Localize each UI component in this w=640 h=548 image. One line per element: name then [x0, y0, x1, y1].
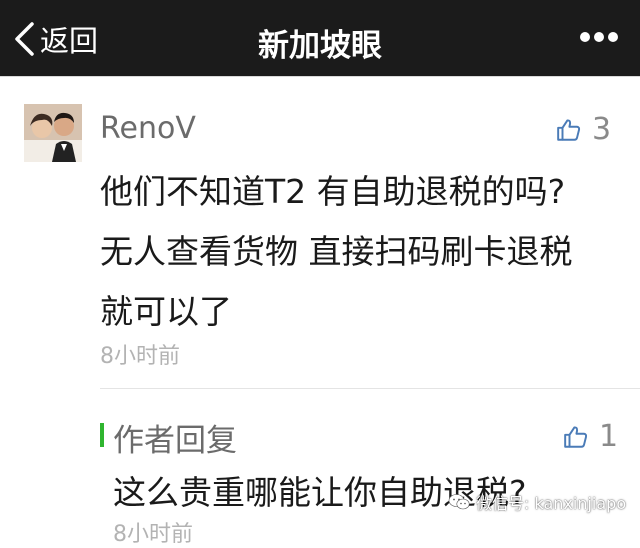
reply-like-button[interactable]: 1	[563, 419, 618, 454]
watermark-text: 微信号: kanxinjiapo	[476, 494, 627, 513]
back-label: 返回	[40, 24, 99, 58]
comment-line: 就可以了	[100, 292, 232, 331]
back-button[interactable]: 返回	[12, 19, 98, 59]
comment-timestamp: 8小时前	[100, 344, 180, 369]
reply-accent-bar	[100, 423, 104, 447]
comment-line: 无人查看货物 直接扫码刷卡退税	[100, 232, 573, 271]
comment-like-button[interactable]: 3	[556, 112, 611, 147]
thumbs-up-icon	[564, 425, 588, 448]
comment-line: 他们不知道T2 有自助退税的吗?	[100, 172, 566, 211]
wechat-icon	[448, 494, 470, 510]
more-options-button[interactable]	[578, 28, 620, 48]
more-dots-icon	[580, 32, 590, 42]
chevron-left-icon	[15, 22, 34, 56]
top-navigation-bar: 返回 新加坡眼	[0, 0, 640, 76]
watermark: 微信号: kanxinjiapo	[448, 490, 626, 514]
comment-text: 他们不知道T2 有自助退税的吗? 无人查看货物 直接扫码刷卡退税 就可以了	[100, 162, 620, 342]
comment-username[interactable]: RenoV	[100, 111, 196, 146]
reply-like-count: 1	[599, 419, 619, 454]
avatar[interactable]	[24, 104, 82, 162]
header-divider	[0, 76, 640, 77]
thumbs-up-icon	[557, 118, 581, 141]
comment-like-count: 3	[592, 112, 612, 147]
comment-divider	[100, 388, 640, 389]
reply-timestamp: 8小时前	[113, 522, 193, 547]
author-reply-label: 作者回复	[113, 423, 237, 459]
